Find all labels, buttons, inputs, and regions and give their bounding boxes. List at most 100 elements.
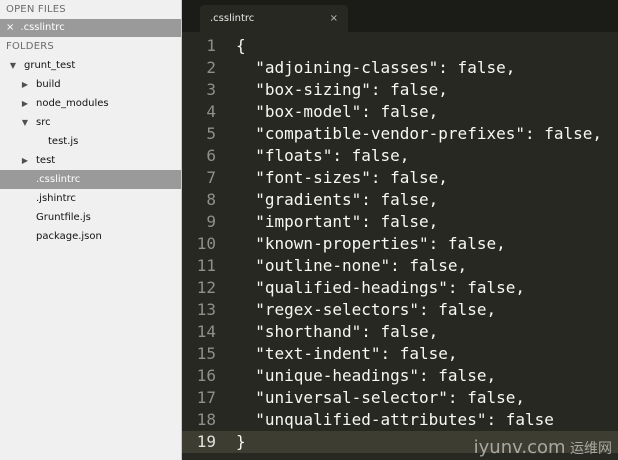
chevron-right-icon[interactable]: ▶ [20, 151, 30, 170]
line-text: } [236, 432, 246, 451]
code-line[interactable]: 6 "floats": false, [182, 145, 618, 167]
tree-item-label: grunt_test [24, 60, 76, 71]
tree-item-label: package.json [36, 231, 102, 242]
chevron-right-icon[interactable]: ▶ [20, 94, 30, 113]
line-text: "unique-headings": false, [236, 366, 497, 385]
code-line[interactable]: 1{ [182, 35, 618, 57]
code-line[interactable]: 10 "known-properties": false, [182, 233, 618, 255]
code-line[interactable]: 11 "outline-none": false, [182, 255, 618, 277]
tree-item[interactable]: ▼ src [0, 113, 181, 132]
line-text: "font-sizes": false, [236, 168, 448, 187]
code-line[interactable]: 17 "universal-selector": false, [182, 387, 618, 409]
tree-item-label: test [36, 155, 56, 166]
line-text: "gradients": false, [236, 190, 439, 209]
code-line[interactable]: 13 "regex-selectors": false, [182, 299, 618, 321]
tree-item-label: test.js [48, 136, 79, 147]
line-text: "compatible-vendor-prefixes": false, [236, 124, 603, 143]
line-number: 15 [196, 344, 216, 363]
code-line[interactable]: 15 "text-indent": false, [182, 343, 618, 365]
line-number: 6 [206, 146, 216, 165]
line-text: "universal-selector": false, [236, 388, 525, 407]
line-number: 4 [206, 102, 216, 121]
line-text: "text-indent": false, [236, 344, 458, 363]
line-text: "known-properties": false, [236, 234, 506, 253]
line-text: "adjoining-classes": false, [236, 58, 516, 77]
line-number: 19 [196, 432, 216, 451]
watermark: iyunv.com 运维网 [474, 437, 612, 458]
code-line[interactable]: 16 "unique-headings": false, [182, 365, 618, 387]
tab-bar: .csslintrc × [182, 0, 618, 32]
folders-header: FOLDERS [6, 41, 54, 52]
chevron-right-icon[interactable]: ▶ [20, 75, 30, 94]
open-file-csslintrc[interactable]: × .csslintrc [0, 19, 181, 37]
tree-item-label: node_modules [36, 98, 109, 109]
line-number: 1 [206, 36, 216, 55]
code-line[interactable]: 2 "adjoining-classes": false, [182, 57, 618, 79]
tree-item-label: .csslintrc [36, 174, 81, 185]
line-text: "outline-none": false, [236, 256, 468, 275]
line-text: "floats": false, [236, 146, 410, 165]
line-text: "shorthand": false, [236, 322, 439, 341]
open-files-header: OPEN FILES [6, 4, 66, 15]
code-line[interactable]: 9 "important": false, [182, 211, 618, 233]
code-line[interactable]: 8 "gradients": false, [182, 189, 618, 211]
line-number: 17 [196, 388, 216, 407]
line-number: 3 [206, 80, 216, 99]
tree-item[interactable]: test.js [0, 132, 181, 151]
tree-item-label: .jshintrc [36, 193, 76, 204]
line-text: "unqualified-attributes": false [236, 410, 554, 429]
line-number: 12 [196, 278, 216, 297]
line-number: 11 [196, 256, 216, 275]
line-number: 9 [206, 212, 216, 231]
tree-item[interactable]: ▶ build [0, 75, 181, 94]
code-line[interactable]: 7 "font-sizes": false, [182, 167, 618, 189]
line-text: "box-model": false, [236, 102, 439, 121]
watermark-text-cn: 运维网 [570, 441, 612, 457]
close-icon[interactable]: × [6, 19, 14, 37]
line-text: "qualified-headings": false, [236, 278, 525, 297]
watermark-text: iyunv.com [473, 437, 566, 458]
line-number: 16 [196, 366, 216, 385]
line-number: 14 [196, 322, 216, 341]
line-text: "regex-selectors": false, [236, 300, 497, 319]
tab-csslintrc[interactable]: .csslintrc × [200, 5, 348, 32]
tab-close-icon[interactable]: × [330, 13, 338, 24]
tree-item[interactable]: .jshintrc [0, 189, 181, 208]
code-area[interactable]: 1{2 "adjoining-classes": false, 3 "box-si… [182, 35, 618, 453]
tree-item[interactable]: ▶ node_modules [0, 94, 181, 113]
code-line[interactable]: 5 "compatible-vendor-prefixes": false, [182, 123, 618, 145]
tree-item[interactable]: .csslintrc [0, 170, 181, 189]
code-line[interactable]: 12 "qualified-headings": false, [182, 277, 618, 299]
code-line[interactable]: 3 "box-sizing": false, [182, 79, 618, 101]
line-text: { [236, 36, 246, 55]
tree-item[interactable]: ▶ test [0, 151, 181, 170]
tree-item-label: Gruntfile.js [36, 212, 91, 223]
tab-label: .csslintrc [210, 13, 255, 24]
editor: .csslintrc × 1{2 "adjoining-classes": fa… [182, 0, 618, 460]
line-number: 18 [196, 410, 216, 429]
tree-item[interactable]: package.json [0, 227, 181, 246]
tree-item-label: build [36, 79, 61, 90]
code-line[interactable]: 4 "box-model": false, [182, 101, 618, 123]
line-number: 2 [206, 58, 216, 77]
tree-item[interactable]: Gruntfile.js [0, 208, 181, 227]
sidebar: OPEN FILES × .csslintrc FOLDERS ▼ grunt_t… [0, 0, 182, 460]
line-text: "important": false, [236, 212, 439, 231]
line-number: 10 [196, 234, 216, 253]
tree-item[interactable]: ▼ grunt_test [0, 56, 181, 75]
chevron-down-icon[interactable]: ▼ [8, 56, 18, 75]
folder-tree: ▼ grunt_test ▶ build ▶ node_modules ▼ src test.j… [0, 56, 181, 246]
code-line[interactable]: 18 "unqualified-attributes": false [182, 409, 618, 431]
line-number: 8 [206, 190, 216, 209]
tree-item-label: src [36, 117, 51, 128]
line-text: "box-sizing": false, [236, 80, 448, 99]
open-file-label: .csslintrc [20, 22, 65, 33]
code-line[interactable]: 14 "shorthand": false, [182, 321, 618, 343]
line-number: 13 [196, 300, 216, 319]
chevron-down-icon[interactable]: ▼ [20, 113, 30, 132]
